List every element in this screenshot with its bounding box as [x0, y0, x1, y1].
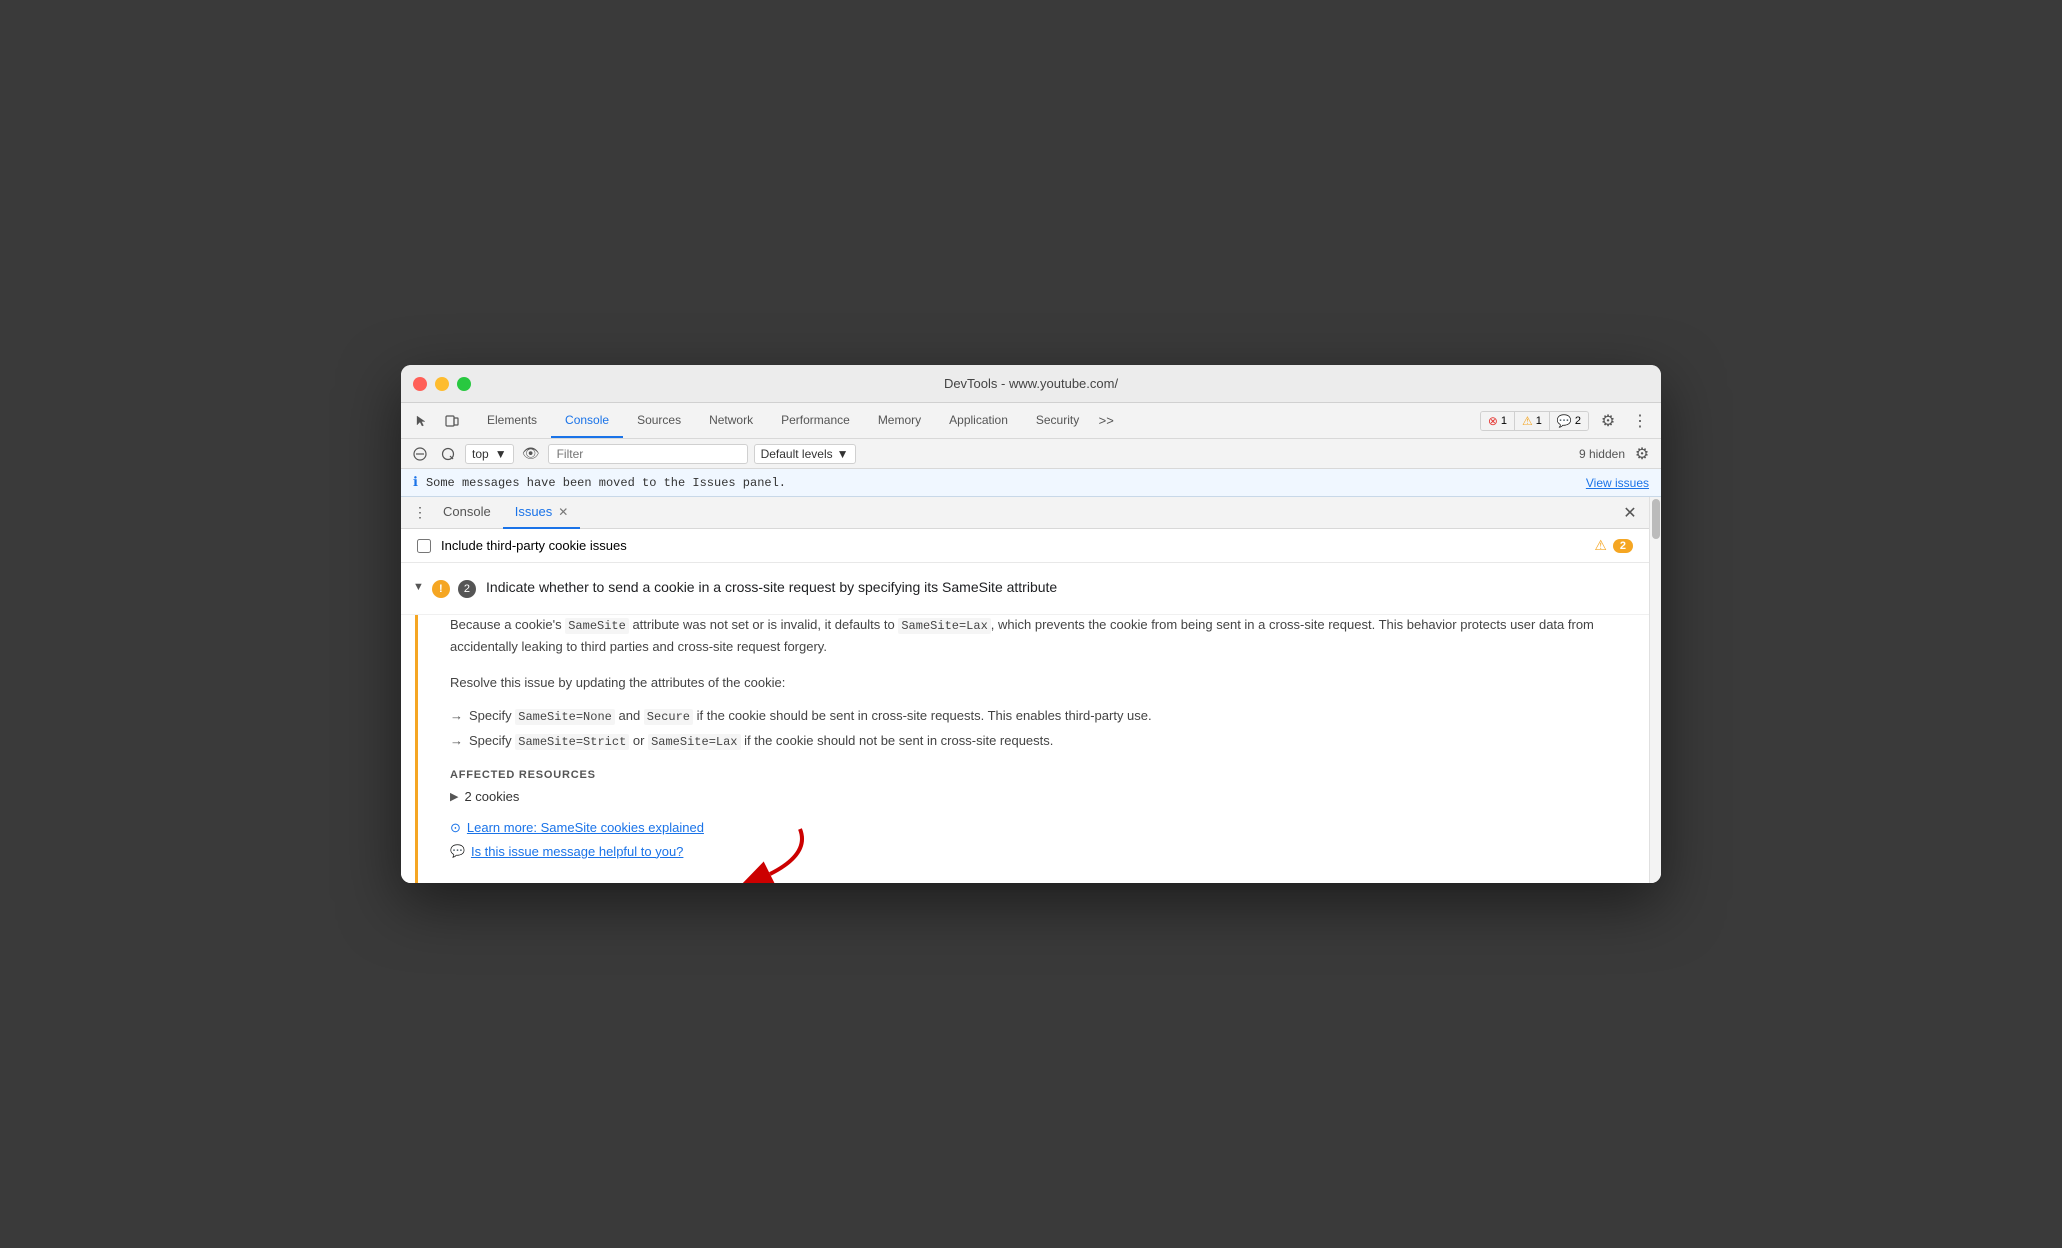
info-bar: ℹ Some messages have been moved to the I… [401, 469, 1661, 497]
issue-title: Indicate whether to send a cookie in a c… [486, 579, 1057, 595]
subtab-close-icon[interactable]: ✕ [558, 505, 568, 519]
scrollbar-thumb [1652, 499, 1660, 539]
settings-icon[interactable]: ⚙ [1595, 408, 1621, 434]
include-bar: Include third-party cookie issues ⚠ 2 [401, 529, 1649, 563]
hidden-count: 9 hidden [1579, 447, 1625, 461]
subtab-console[interactable]: Console [431, 497, 503, 529]
nav-tabs: Elements Console Sources Network Perform… [473, 403, 1480, 438]
feedback-icon: 💬 [450, 844, 465, 858]
subtab-more-icon[interactable]: ⋮ [409, 502, 431, 524]
close-panel-icon[interactable]: ✕ [1619, 502, 1641, 524]
titlebar: DevTools - www.youtube.com/ [401, 365, 1661, 403]
third-party-checkbox[interactable] [417, 539, 431, 553]
levels-dropdown-icon: ▼ [837, 447, 849, 461]
resolve-text: Resolve this issue by updating the attri… [450, 673, 1649, 694]
nav-icons [409, 408, 465, 434]
cookies-row[interactable]: ▶ 2 cookies [450, 789, 1649, 804]
info-icon: ℹ [413, 475, 418, 490]
feedback-link[interactable]: Is this issue message helpful to you? [471, 844, 683, 859]
samesite-lax-code: SameSite=Lax [898, 618, 990, 634]
dropdown-arrow-icon: ▼ [495, 447, 507, 461]
issue-description: Because a cookie's SameSite attribute wa… [450, 615, 1649, 657]
error-badge[interactable]: ⊗ 1 [1481, 412, 1515, 430]
close-button[interactable] [413, 377, 427, 391]
filter-icon[interactable] [437, 443, 459, 465]
arrow-icon-2: → [450, 731, 463, 752]
error-icon: ⊗ [1488, 414, 1498, 428]
learn-more-icon: ⊙ [450, 820, 461, 836]
subtabs-bar: ⋮ Console Issues ✕ ✕ [401, 497, 1649, 529]
badge-group: ⊗ 1 ⚠ 1 💬 2 [1480, 411, 1589, 431]
hidden-settings-icon[interactable]: ⚙ [1631, 443, 1653, 465]
nav-right: ⊗ 1 ⚠ 1 💬 2 ⚙ ⋮ [1480, 408, 1653, 434]
view-issues-link[interactable]: View issues [1586, 476, 1649, 490]
samelax-code: SameSite=Lax [648, 734, 740, 750]
main-content: ⋮ Console Issues ✕ ✕ Include third-party… [401, 497, 1649, 882]
tab-elements[interactable]: Elements [473, 403, 551, 438]
bullet-item-2: → Specify SameSite=Strict or SameSite=La… [450, 731, 1649, 752]
tab-sources[interactable]: Sources [623, 403, 695, 438]
minimize-button[interactable] [435, 377, 449, 391]
message-icon: 💬 [1557, 414, 1572, 428]
tab-network[interactable]: Network [695, 403, 767, 438]
include-label: Include third-party cookie issues [441, 538, 627, 553]
toolbar-right: 9 hidden ⚙ [1579, 443, 1653, 465]
affected-header: AFFECTED RESOURCES [450, 769, 1649, 781]
issues-content: ▼ ! 2 Indicate whether to send a cookie … [401, 563, 1649, 882]
window-title: DevTools - www.youtube.com/ [944, 376, 1118, 391]
info-bar-message: Some messages have been moved to the Iss… [426, 476, 786, 490]
samenone-code: SameSite=None [515, 709, 615, 725]
issue-expand-chevron[interactable]: ▼ [413, 581, 424, 593]
cursor-icon[interactable] [409, 408, 435, 434]
tab-security[interactable]: Security [1022, 403, 1093, 438]
samestrict-code: SameSite=Strict [515, 734, 629, 750]
learn-more-row: ⊙ Learn more: SameSite cookies explained [450, 820, 1649, 836]
tab-performance[interactable]: Performance [767, 403, 864, 438]
subtab-issues[interactable]: Issues ✕ [503, 497, 581, 529]
warning-badge[interactable]: ⚠ 1 [1515, 412, 1550, 430]
issue-warning-icon: ! [432, 580, 450, 598]
clear-console-icon[interactable] [409, 443, 431, 465]
maximize-button[interactable] [457, 377, 471, 391]
scrollbar[interactable] [1649, 497, 1661, 882]
arrow-icon-1: → [450, 706, 463, 727]
tab-memory[interactable]: Memory [864, 403, 935, 438]
more-tabs-button[interactable]: >> [1093, 408, 1119, 434]
filter-input[interactable] [548, 444, 748, 464]
tab-console[interactable]: Console [551, 403, 623, 438]
warning-small-icon: ⚠ [1594, 537, 1607, 554]
learn-more-link[interactable]: Learn more: SameSite cookies explained [467, 820, 704, 835]
warning-icon: ⚠ [1522, 414, 1533, 428]
bullet-list: → Specify SameSite=None and Secure if th… [450, 706, 1649, 752]
devtools-window: DevTools - www.youtube.com/ Elements Con [401, 365, 1661, 882]
more-options-icon[interactable]: ⋮ [1627, 408, 1653, 434]
issue-count-badge: 2 [1613, 539, 1633, 553]
issue-header-row: ▼ ! 2 Indicate whether to send a cookie … [401, 563, 1649, 615]
titlebar-buttons [413, 377, 471, 391]
content-area: ⋮ Console Issues ✕ ✕ Include third-party… [401, 497, 1661, 882]
console-toolbar: top ▼ 👁 Default levels ▼ 9 hidden ⚙ [401, 439, 1661, 469]
device-toolbar-icon[interactable] [439, 408, 465, 434]
secure-code: Secure [644, 709, 693, 725]
feedback-row: 💬 Is this issue message helpful to you? [450, 844, 1649, 859]
issue-body: Because a cookie's SameSite attribute wa… [415, 615, 1649, 882]
message-badge[interactable]: 💬 2 [1550, 412, 1588, 430]
cookies-chevron-icon: ▶ [450, 790, 458, 803]
tab-application[interactable]: Application [935, 403, 1022, 438]
devtools-nav: Elements Console Sources Network Perform… [401, 403, 1661, 439]
eye-icon[interactable]: 👁 [520, 443, 542, 465]
issue-count: 2 [458, 580, 476, 598]
cookies-count-label: 2 cookies [464, 789, 519, 804]
samesite-code: SameSite [565, 618, 629, 634]
levels-selector[interactable]: Default levels ▼ [754, 444, 856, 464]
context-selector[interactable]: top ▼ [465, 444, 514, 464]
bullet-item-1: → Specify SameSite=None and Secure if th… [450, 706, 1649, 727]
